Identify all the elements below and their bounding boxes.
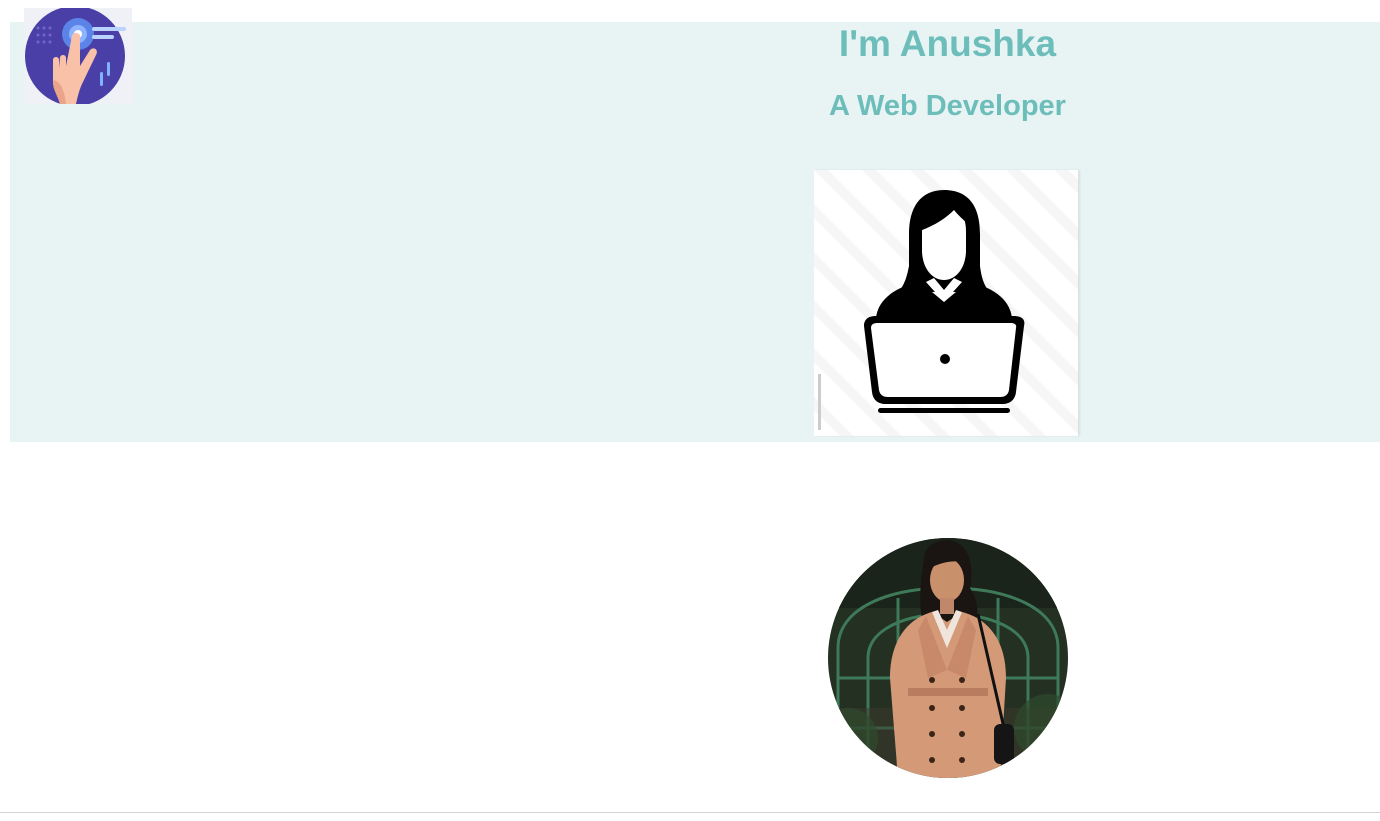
hero-section [10,22,1380,442]
logo[interactable] [24,8,132,104]
profile-photo [828,538,1068,778]
hero-title: I'm Anushka [838,23,1057,64]
developer-illustration [814,170,1078,436]
page: I'm Anushka A Web Developer [0,0,1380,821]
section-divider [0,812,1380,813]
touch-hand-icon [25,8,126,104]
profile-photo-image [828,538,1068,778]
hero-subtitle: A Web Developer [829,90,1066,122]
woman-with-laptop-icon [814,170,1078,436]
